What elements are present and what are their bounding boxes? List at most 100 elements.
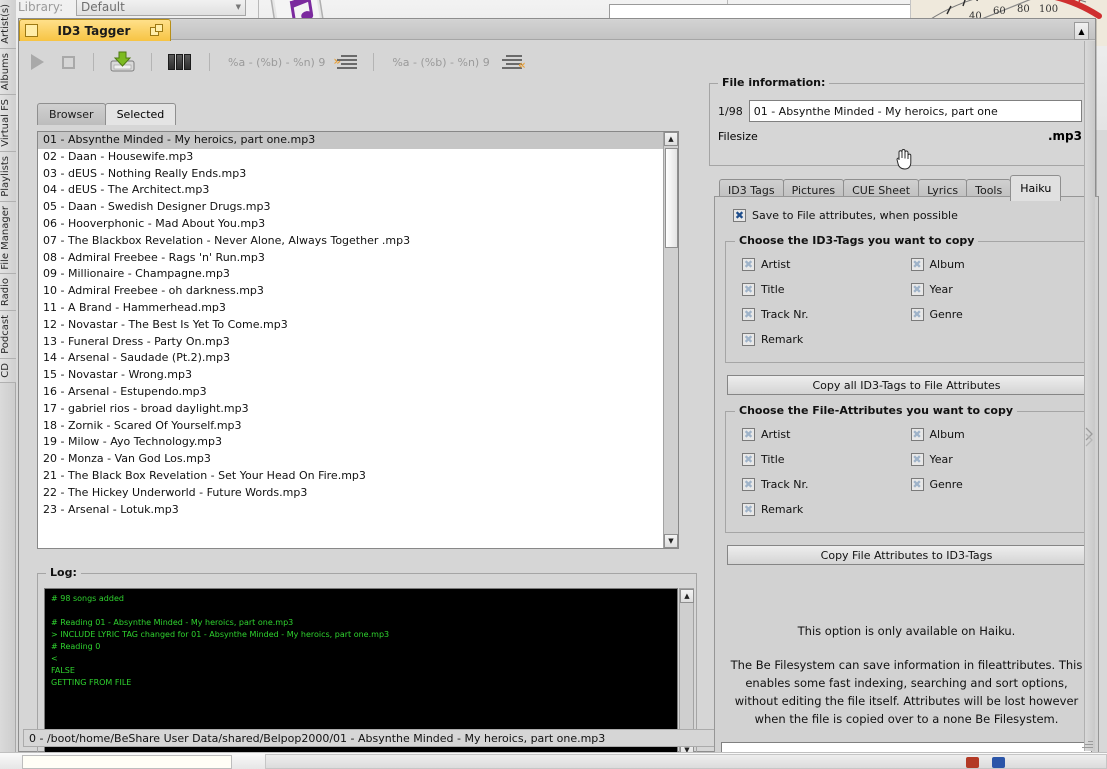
attr-title-label: Title	[761, 453, 785, 466]
tab-browser[interactable]: Browser	[37, 103, 106, 125]
scrollbar-thumb[interactable]	[665, 148, 678, 248]
track-row[interactable]: 09 - Millionaire - Champagne.mp3	[38, 266, 663, 283]
track-listbox[interactable]: 01 - Absynthe Minded - My heroics, part …	[37, 131, 679, 549]
track-row[interactable]: 22 - The Hickey Underworld - Future Word…	[38, 485, 663, 502]
id3-title-checkbox[interactable]: ✖	[742, 283, 755, 296]
id3-year-label: Year	[929, 283, 953, 296]
track-row[interactable]: 02 - Daan - Housewife.mp3	[38, 149, 663, 166]
id3-title-label: Title	[761, 283, 785, 296]
sidebar-item-albums[interactable]: Albums	[0, 48, 16, 96]
attr-title-row[interactable]: ✖ Title	[742, 453, 911, 466]
id3-remark-label: Remark	[761, 333, 804, 346]
track-row[interactable]: 19 - Milow - Ayo Technology.mp3	[38, 434, 663, 451]
sidebar-item-podcast[interactable]: Podcast	[0, 311, 16, 360]
vertical-sidebar: Artist(s) Albums Virtual FS Playlists Fi…	[0, 0, 16, 752]
sidebar-label-artists: Artist(s)	[0, 4, 11, 44]
track-row[interactable]: 01 - Absynthe Minded - My heroics, part …	[38, 132, 663, 149]
resize-handle-icon[interactable]	[1085, 426, 1093, 448]
attr-artist-row[interactable]: ✖ Artist	[742, 428, 911, 441]
id3-album-row[interactable]: ✖ Album	[910, 258, 1080, 271]
id3-genre-checkbox[interactable]: ✖	[910, 308, 924, 321]
id3-album-checkbox[interactable]: ✖	[910, 258, 924, 271]
attr-album-row[interactable]: ✖ Album	[910, 428, 1080, 441]
track-row[interactable]: 16 - Arsenal - Estupendo.mp3	[38, 384, 663, 401]
track-row[interactable]: 11 - A Brand - Hammerhead.mp3	[38, 300, 663, 317]
sidebar-item-playlists[interactable]: Playlists	[0, 151, 16, 202]
copy-file-attributes-button[interactable]: Copy File Attributes to ID3-Tags	[727, 545, 1086, 565]
id3-remark-checkbox[interactable]: ✖	[742, 333, 755, 346]
id3-track-nr-checkbox[interactable]: ✖	[742, 308, 755, 321]
id3-genre-row[interactable]: ✖ Genre	[910, 308, 1080, 321]
rename-pattern-1[interactable]: %a - (%b) - %n) 9	[228, 56, 325, 69]
track-row[interactable]: 10 - Admiral Freebee - oh darkness.mp3	[38, 283, 663, 300]
attr-remark-checkbox[interactable]: ✖	[742, 503, 755, 516]
track-row[interactable]: 15 - Novastar - Wrong.mp3	[38, 367, 663, 384]
columns-icon[interactable]	[168, 54, 191, 70]
window-zoom-icon[interactable]	[150, 24, 165, 37]
background-red-icon[interactable]	[966, 757, 979, 768]
background-bottom-panel[interactable]	[265, 754, 1107, 769]
sidebar-item-file-manager[interactable]: File Manager	[0, 201, 16, 275]
attr-title-checkbox[interactable]: ✖	[742, 453, 755, 466]
track-row[interactable]: 08 - Admiral Freebee - Rags 'n' Run.mp3	[38, 250, 663, 267]
attr-track-nr-checkbox[interactable]: ✖	[742, 478, 755, 491]
attr-genre-row[interactable]: ✖ Genre	[910, 478, 1080, 491]
attr-year-checkbox[interactable]: ✖	[910, 453, 924, 466]
track-row[interactable]: 12 - Novastar - The Best Is Yet To Come.…	[38, 317, 663, 334]
track-row[interactable]: 07 - The Blackbox Revelation - Never Alo…	[38, 233, 663, 250]
scroll-up-icon[interactable]: ▲	[664, 132, 678, 146]
tab-selected[interactable]: Selected	[104, 103, 177, 125]
track-row[interactable]: 23 - Arsenal - Lotuk.mp3	[38, 502, 663, 519]
id3-artist-checkbox[interactable]: ✖	[742, 258, 755, 271]
id3-track-nr-row[interactable]: ✖ Track Nr.	[742, 308, 911, 321]
track-row[interactable]: 13 - Funeral Dress - Party On.mp3	[38, 334, 663, 351]
attr-artist-checkbox[interactable]: ✖	[742, 428, 755, 441]
track-row[interactable]: 18 - Zornik - Scared Of Yourself.mp3	[38, 418, 663, 435]
titlebar-scroll-up-button[interactable]: ▲	[1074, 22, 1089, 40]
attr-remark-row[interactable]: ✖ Remark	[742, 503, 924, 516]
sidebar-item-radio[interactable]: Radio	[0, 274, 16, 312]
attr-genre-checkbox[interactable]: ✖	[910, 478, 924, 491]
track-row[interactable]: 20 - Monza - Van God Los.mp3	[38, 451, 663, 468]
id3-remark-row[interactable]: ✖ Remark	[742, 333, 924, 346]
save-to-file-attributes-row[interactable]: ✖ Save to File attributes, when possible	[733, 209, 958, 222]
attr-track-nr-row[interactable]: ✖ Track Nr.	[742, 478, 911, 491]
id3-artist-row[interactable]: ✖ Artist	[742, 258, 911, 271]
track-row[interactable]: 14 - Arsenal - Saudade (Pt.2).mp3	[38, 350, 663, 367]
sidebar-item-artists[interactable]: Artist(s)	[0, 0, 16, 49]
apply-pattern-right-icon[interactable]: »	[333, 53, 358, 71]
rename-pattern-2[interactable]: %a - (%b) - %n) 9	[392, 56, 489, 69]
tab-haiku[interactable]: Haiku	[1010, 175, 1062, 201]
play-icon[interactable]	[31, 54, 44, 70]
track-list-scrollbar[interactable]: ▲ ▼	[663, 132, 678, 548]
track-row[interactable]: 21 - The Black Box Revelation - Set Your…	[38, 468, 663, 485]
copy-all-id3-tags-button[interactable]: Copy all ID3-Tags to File Attributes	[727, 375, 1086, 395]
id3-year-checkbox[interactable]: ✖	[910, 283, 924, 296]
log-scroll-up-icon[interactable]: ▲	[680, 589, 694, 603]
library-select[interactable]: Default ▼	[76, 0, 246, 16]
attr-year-row[interactable]: ✖ Year	[910, 453, 1080, 466]
id3-genre-label: Genre	[929, 308, 963, 321]
track-row[interactable]: 03 - dEUS - Nothing Really Ends.mp3	[38, 166, 663, 183]
track-row[interactable]: 05 - Daan - Swedish Designer Drugs.mp3	[38, 199, 663, 216]
background-blue-icon[interactable]	[992, 757, 1005, 768]
window-resize-grip[interactable]	[1081, 737, 1093, 749]
apply-pattern-left-icon[interactable]: «	[498, 53, 526, 71]
filename-field[interactable]: 01 - Absynthe Minded - My heroics, part …	[748, 100, 1082, 122]
track-row[interactable]: 04 - dEUS - The Architect.mp3	[38, 182, 663, 199]
stop-icon[interactable]	[62, 55, 75, 69]
save-to-disk-icon[interactable]	[110, 51, 135, 73]
attr-album-checkbox[interactable]: ✖	[910, 428, 924, 441]
id3-title-row[interactable]: ✖ Title	[742, 283, 911, 296]
sidebar-item-virtual-fs[interactable]: Virtual FS	[0, 95, 16, 152]
id3-year-row[interactable]: ✖ Year	[910, 283, 1080, 296]
window-titlebar[interactable]: ▲ ID3 Tagger	[19, 19, 1095, 41]
track-row[interactable]: 06 - Hooverphonic - Mad About You.mp3	[38, 216, 663, 233]
background-bottom-left-field[interactable]	[22, 755, 232, 769]
window-tab-id3-tagger[interactable]: ID3 Tagger	[19, 19, 171, 41]
save-to-file-attributes-checkbox[interactable]: ✖	[733, 209, 746, 222]
sidebar-item-cd[interactable]: CD	[0, 359, 16, 384]
track-row[interactable]: 17 - gabriel rios - broad daylight.mp3	[38, 401, 663, 418]
scroll-down-icon[interactable]: ▼	[664, 534, 678, 548]
window-close-box-icon[interactable]	[25, 24, 38, 37]
